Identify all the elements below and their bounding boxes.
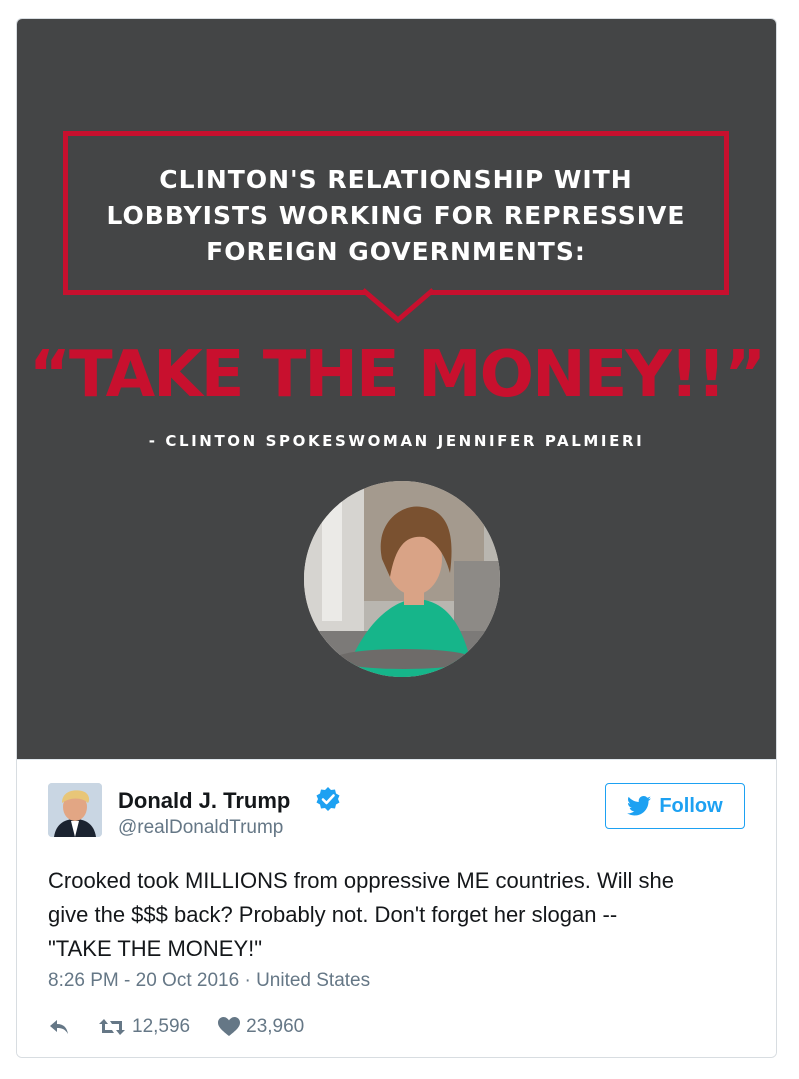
- tweet-location[interactable]: United States: [256, 970, 370, 991]
- tweet-actions: 12,596 23,960: [48, 1014, 332, 1040]
- retweet-count: 12,596: [132, 1016, 191, 1037]
- quote-box: CLINTON'S RELATIONSHIP WITH LOBBYISTS WO…: [63, 131, 729, 295]
- quote-text: CLINTON'S RELATIONSHIP WITH LOBBYISTS WO…: [68, 162, 724, 270]
- retweet-button[interactable]: 12,596: [98, 1016, 190, 1038]
- heart-icon: [218, 1017, 241, 1036]
- avatar[interactable]: [48, 783, 102, 837]
- retweet-icon: [99, 1019, 125, 1035]
- tweet-card: CLINTON'S RELATIONSHIP WITH LOBBYISTS WO…: [16, 18, 777, 1058]
- reply-icon: [50, 1020, 68, 1034]
- reply-button[interactable]: [48, 1018, 70, 1036]
- attribution: - CLINTON SPOKESWOMAN JENNIFER PALMIERI: [148, 432, 645, 450]
- bird-icon: [627, 796, 652, 816]
- follow-label: Follow: [659, 794, 723, 817]
- separator: ·: [244, 970, 251, 991]
- follow-button[interactable]: Follow: [605, 783, 745, 829]
- tweet-timestamp[interactable]: 8:26 PM - 20 Oct 2016: [48, 970, 239, 991]
- tweet-metadata: 8:26 PM - 20 Oct 2016 · United States: [48, 970, 370, 992]
- like-count: 23,960: [246, 1016, 305, 1037]
- tweet-body: Donald J. Trump @realDonaldTrump Follow …: [17, 759, 776, 1057]
- verified-badge-icon: [316, 787, 340, 811]
- headline: “TAKE THE MONEY!!”: [28, 338, 766, 412]
- tweet-media-image[interactable]: CLINTON'S RELATIONSHIP WITH LOBBYISTS WO…: [17, 19, 776, 759]
- portrait-photo: [304, 481, 500, 677]
- user-handle[interactable]: @realDonaldTrump: [118, 817, 283, 839]
- quote-line: LOBBYISTS WORKING FOR REPRESSIVE: [106, 201, 686, 230]
- tweet-text: Crooked took MILLIONS from oppressive ME…: [48, 864, 748, 966]
- quote-line: CLINTON'S RELATIONSHIP WITH: [159, 165, 633, 194]
- tweet-text-line: "TAKE THE MONEY!": [48, 936, 263, 961]
- tweet-text-line: Crooked took MILLIONS from oppressive ME…: [48, 868, 675, 893]
- like-button[interactable]: 23,960: [218, 1016, 304, 1038]
- speech-pointer: [361, 288, 435, 324]
- tweet-text-line: give the $$$ back? Probably not. Don't f…: [48, 902, 618, 927]
- quote-line: FOREIGN GOVERNMENTS:: [206, 237, 586, 266]
- display-name[interactable]: Donald J. Trump: [118, 788, 290, 814]
